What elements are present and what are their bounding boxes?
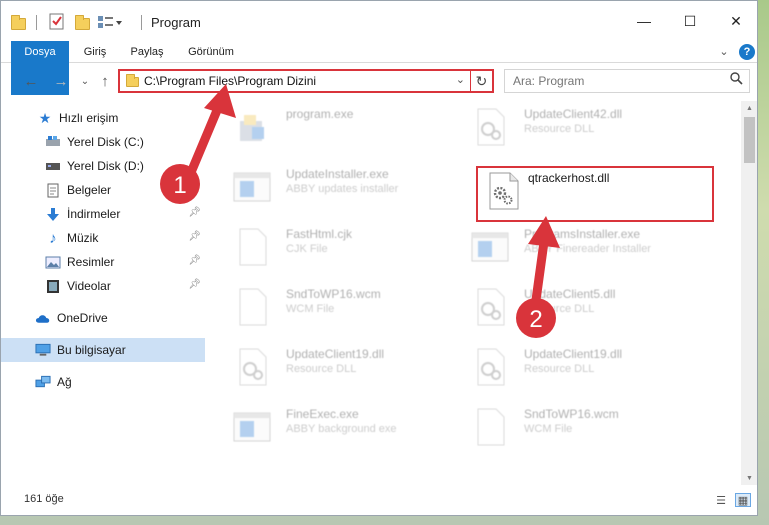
arrow-2	[528, 216, 560, 305]
annotation-layer: 1 2	[160, 84, 560, 338]
step-2-number: 2	[529, 306, 542, 333]
arrow-1	[187, 84, 236, 175]
step-1-number: 1	[173, 172, 186, 199]
